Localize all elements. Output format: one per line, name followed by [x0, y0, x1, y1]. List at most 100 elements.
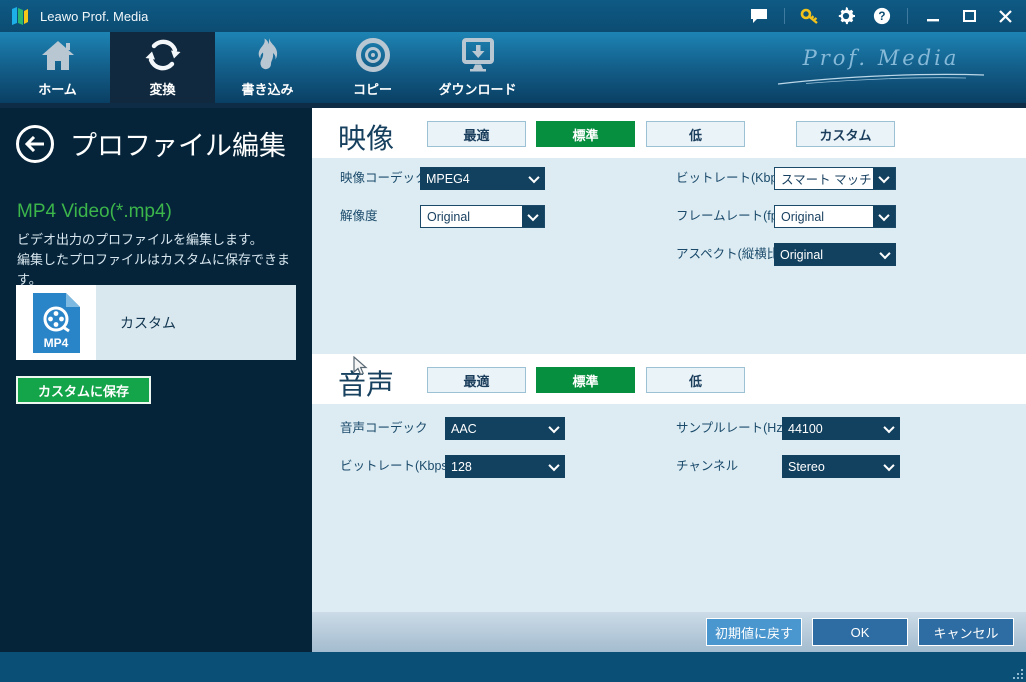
tab-label: コピー: [353, 79, 392, 98]
leawo-logo-icon: [10, 6, 32, 26]
sidebar: プロファイル編集 MP4 Video(*.mp4) ビデオ出力のプロファイルを編…: [0, 108, 312, 652]
maximize-icon[interactable]: [958, 5, 980, 27]
close-icon[interactable]: [994, 5, 1016, 27]
audio-settings-form: 音声コーデック AAC サンプルレート(Hz) 44100 ビットレート(Kbp…: [312, 404, 1026, 612]
window-title: Leawo Prof. Media: [40, 9, 148, 24]
resolution-value: Original: [421, 206, 522, 227]
profile-description-line2: 編集したプロファイルはカスタムに保存できます。: [17, 250, 312, 290]
video-settings-form: 映像コーデック MPEG4 ビットレート(Kbps) スマート マッチ 解像度 …: [312, 158, 1026, 354]
samplerate-value: 44100: [782, 417, 878, 440]
tab-home[interactable]: ホーム: [5, 32, 110, 103]
reset-defaults-button[interactable]: 初期値に戻す: [706, 618, 802, 646]
audio-codec-value: AAC: [445, 417, 543, 440]
video-preset-custom-button[interactable]: カスタム: [796, 121, 895, 147]
tab-burn[interactable]: 書き込み: [215, 32, 320, 103]
audio-preset-best-button[interactable]: 最適: [427, 367, 526, 393]
tab-download[interactable]: ダウンロード: [425, 32, 530, 103]
resize-grip[interactable]: [1013, 669, 1023, 679]
profile-description-line1: ビデオ出力のプロファイルを編集します。: [17, 230, 263, 250]
download-icon: [460, 37, 496, 73]
framerate-dropdown[interactable]: Original: [774, 205, 896, 228]
cancel-button[interactable]: キャンセル: [918, 618, 1014, 646]
audio-preset-low-button[interactable]: 低: [646, 367, 745, 393]
mp4-file-icon: MP4: [16, 285, 96, 360]
save-to-custom-button[interactable]: カスタムに保存: [16, 376, 151, 404]
feedback-icon[interactable]: [748, 5, 770, 27]
channel-dropdown[interactable]: Stereo: [782, 455, 900, 478]
tab-label: 書き込み: [241, 79, 293, 98]
video-preset-standard-button[interactable]: 標準: [536, 121, 635, 147]
framerate-label: フレームレート(fps): [676, 205, 788, 224]
back-button[interactable]: [16, 125, 54, 163]
ok-button[interactable]: OK: [812, 618, 908, 646]
chevron-down-icon: [873, 206, 895, 227]
custom-item-label: カスタム: [96, 285, 296, 360]
titlebar: Leawo Prof. Media ?: [0, 0, 1026, 32]
video-codec-value: MPEG4: [420, 167, 523, 190]
register-key-icon[interactable]: [799, 5, 821, 27]
dialog-action-bar: 初期値に戻す OK キャンセル: [312, 612, 1026, 652]
titlebar-controls: ?: [748, 5, 1016, 27]
video-codec-dropdown[interactable]: MPEG4: [420, 167, 545, 190]
audio-codec-label: 音声コーデック: [340, 417, 428, 436]
convert-refresh-icon: [145, 37, 181, 73]
video-preset-low-button[interactable]: 低: [646, 121, 745, 147]
app-window: Leawo Prof. Media ?: [0, 0, 1026, 682]
chevron-down-icon: [878, 455, 900, 478]
custom-profile-item[interactable]: MP4 カスタム: [16, 285, 296, 360]
aspect-ratio-dropdown[interactable]: Original: [774, 243, 896, 266]
settings-gear-icon[interactable]: [835, 5, 857, 27]
video-section-title: 映像: [338, 117, 394, 157]
resolution-dropdown[interactable]: Original: [420, 205, 545, 228]
video-preset-best-button[interactable]: 最適: [427, 121, 526, 147]
video-bitrate-label: ビットレート(Kbps): [676, 167, 788, 186]
brand-text: Prof. Media: [776, 46, 986, 70]
main-nav: ホーム 変換 書き込み: [0, 32, 1026, 108]
brand-swoosh: [776, 70, 986, 86]
content-area: プロファイル編集 MP4 Video(*.mp4) ビデオ出力のプロファイルを編…: [0, 108, 1026, 652]
aspect-ratio-label: アスペクト(縦横比): [676, 243, 783, 262]
svg-text:?: ?: [878, 10, 885, 23]
svg-text:MP4: MP4: [44, 336, 69, 350]
video-bitrate-value: スマート マッチ: [775, 168, 873, 189]
audio-bitrate-label: ビットレート(Kbps): [340, 455, 452, 474]
video-section-header: 映像 最適 標準 低 カスタム: [312, 108, 1026, 158]
audio-bitrate-dropdown[interactable]: 128: [445, 455, 565, 478]
tab-label: ホーム: [38, 79, 77, 98]
brand-signature: Prof. Media: [776, 46, 986, 91]
audio-section-header: 音声 最適 標準 低: [312, 354, 1026, 404]
chevron-down-icon: [522, 206, 544, 227]
back-arrow-icon: [25, 136, 45, 152]
audio-codec-dropdown[interactable]: AAC: [445, 417, 565, 440]
tab-label: 変換: [149, 79, 175, 98]
channel-value: Stereo: [782, 455, 878, 478]
video-bitrate-dropdown[interactable]: スマート マッチ: [774, 167, 896, 190]
sidebar-header: プロファイル編集: [16, 124, 286, 163]
channel-label: チャンネル: [676, 455, 738, 474]
page-title: プロファイル編集: [70, 124, 286, 163]
copy-disc-icon: [355, 37, 391, 73]
minimize-icon[interactable]: [922, 5, 944, 27]
chevron-down-icon: [878, 417, 900, 440]
help-icon[interactable]: ?: [871, 5, 893, 27]
profile-name: MP4 Video(*.mp4): [17, 201, 172, 223]
samplerate-dropdown[interactable]: 44100: [782, 417, 900, 440]
chevron-down-icon: [543, 455, 565, 478]
audio-preset-standard-button[interactable]: 標準: [536, 367, 635, 393]
home-icon: [40, 37, 76, 73]
resolution-label: 解像度: [340, 205, 378, 224]
chevron-down-icon: [873, 168, 895, 189]
chevron-down-icon: [523, 167, 545, 190]
samplerate-label: サンプルレート(Hz): [676, 417, 787, 436]
chevron-down-icon: [874, 243, 896, 266]
chevron-down-icon: [543, 417, 565, 440]
burn-flame-icon: [251, 37, 285, 73]
tab-copy[interactable]: コピー: [320, 32, 425, 103]
video-codec-label: 映像コーデック: [340, 167, 428, 186]
framerate-value: Original: [775, 206, 873, 227]
audio-section-title: 音声: [338, 363, 394, 403]
titlebar-separator: [907, 8, 908, 24]
statusbar: [0, 652, 1026, 682]
titlebar-separator: [784, 8, 785, 24]
tab-convert[interactable]: 変換: [110, 32, 215, 103]
